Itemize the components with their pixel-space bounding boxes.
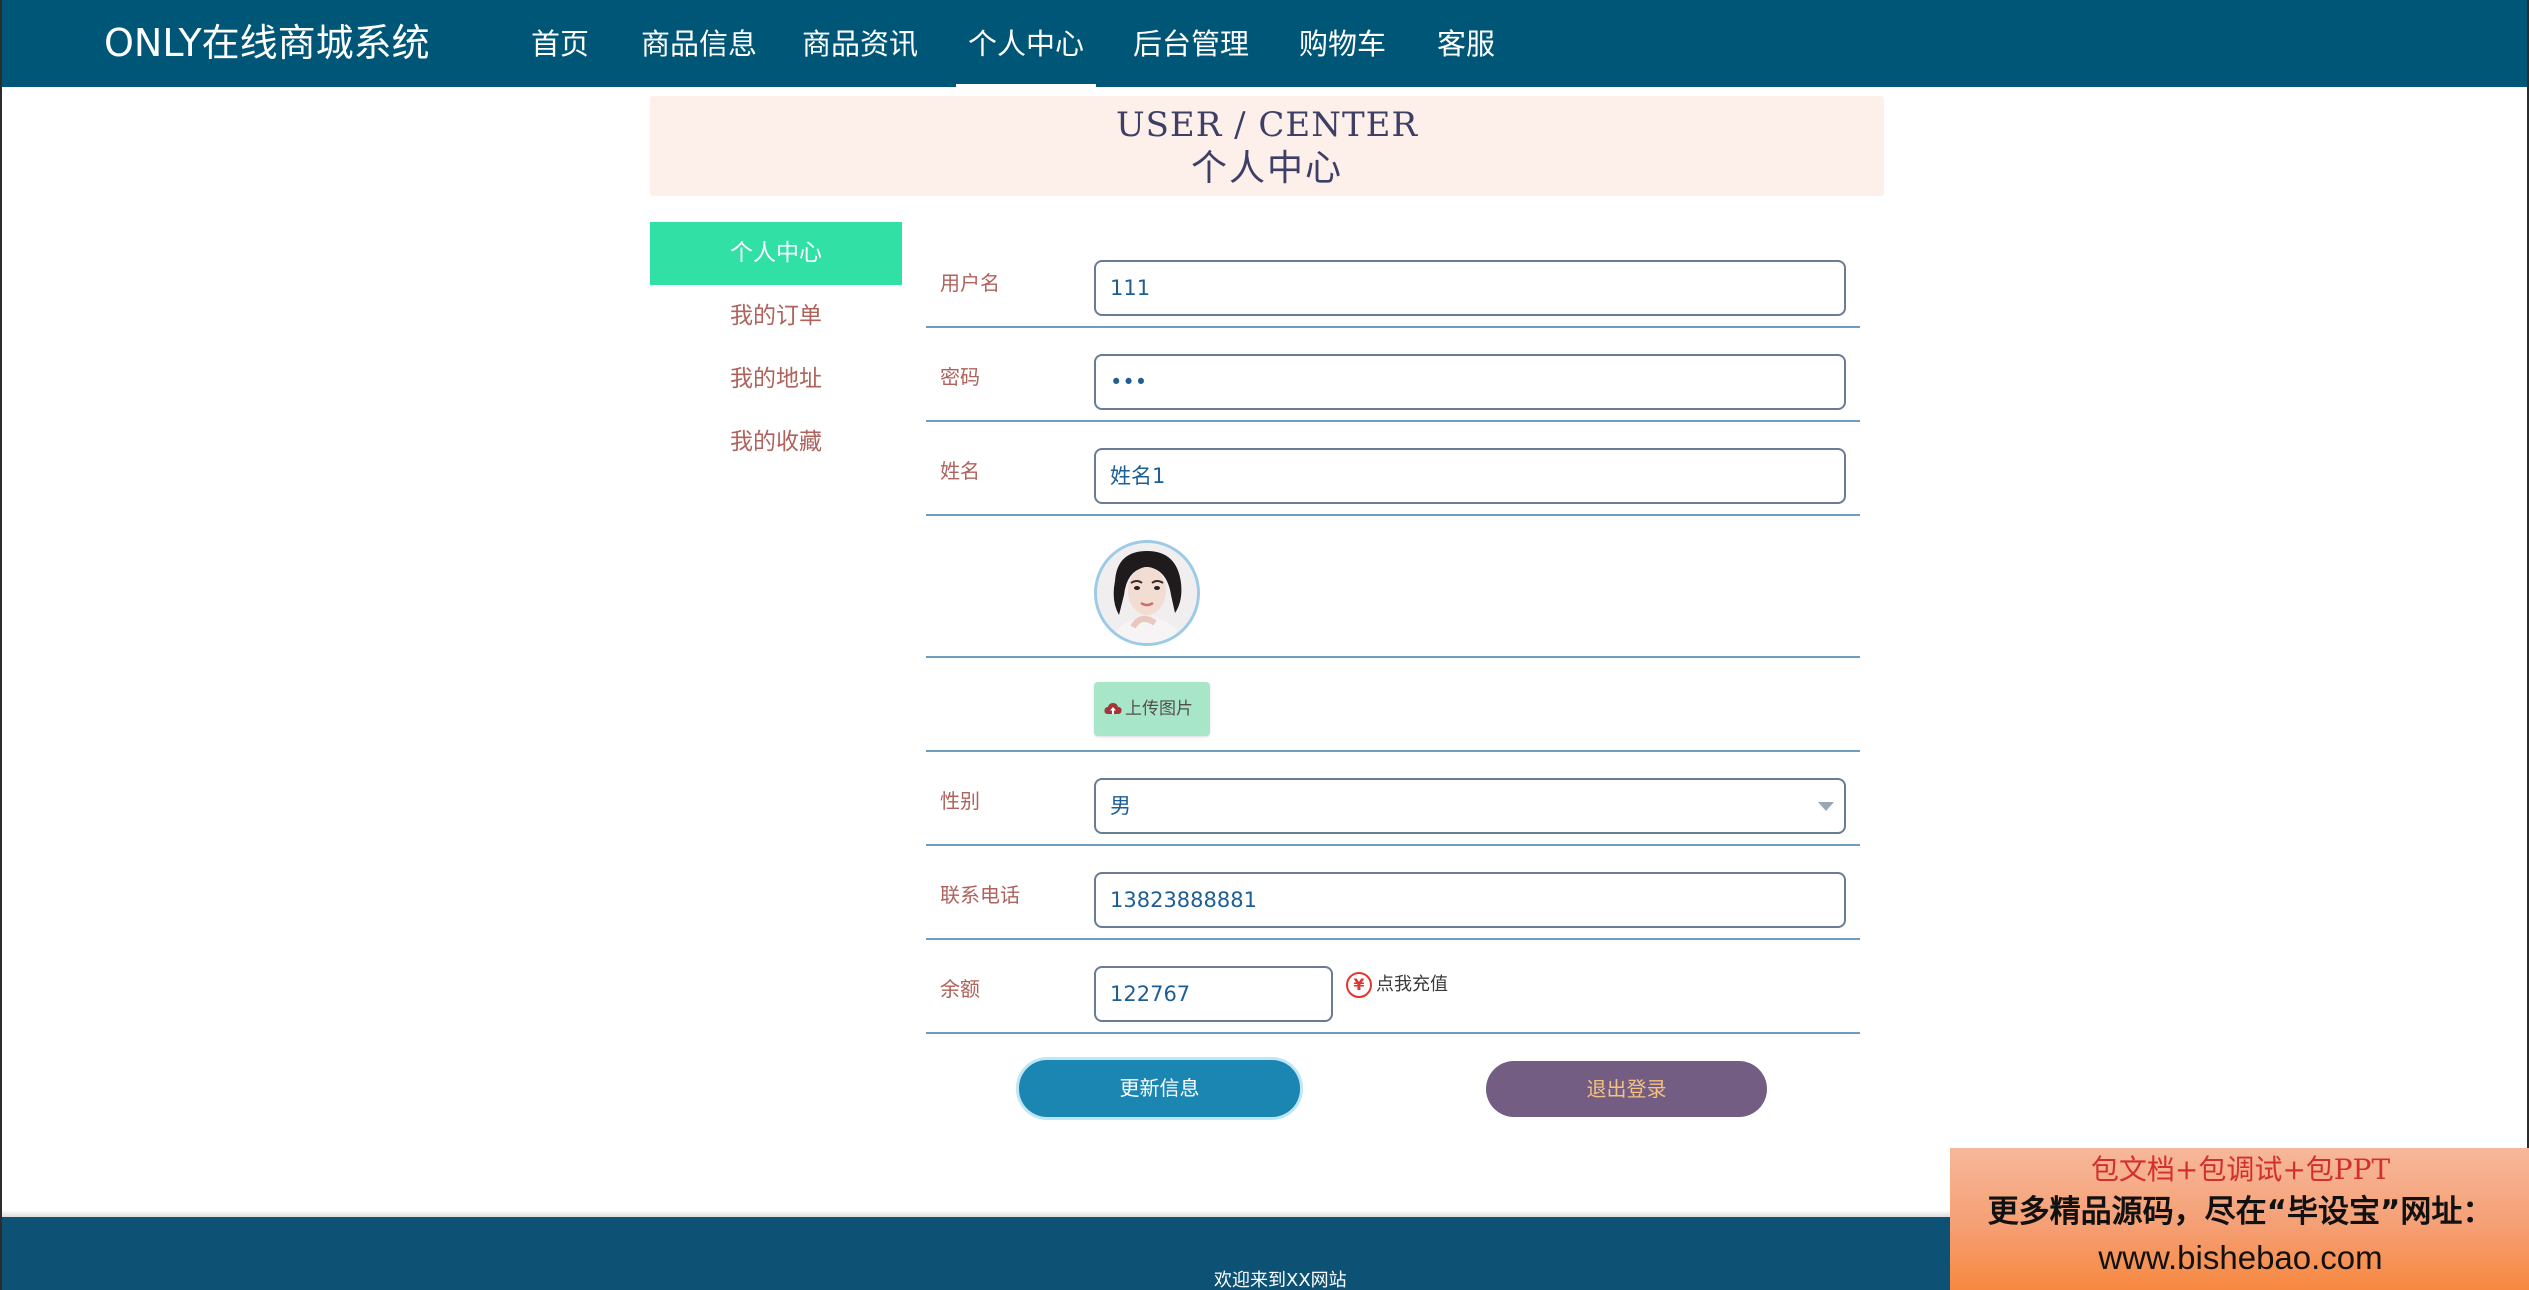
phone-label: 联系电话 [940,883,1020,907]
update-info-button[interactable]: 更新信息 [1019,1060,1300,1117]
row-balance: 余额 122767 ¥ 点我充值 [926,940,1860,1034]
row-username: 用户名 111 [926,234,1860,328]
profile-form: 用户名 111 密码 ••• 姓名 姓名1 性别 男 联系电话 13823888… [926,234,1860,1034]
username-label: 用户名 [940,271,1000,295]
page-banner: USER / CENTER 个人中心 [650,96,1884,196]
row-gender: 性别 男 [926,752,1860,846]
nav-products[interactable]: 商品信息 [641,22,757,66]
ad-line-1: 包文档+包调试+包PPT [2090,1153,2391,1186]
gender-label: 性别 [940,789,980,813]
password-label: 密码 [940,365,980,389]
username-input[interactable]: 111 [1094,260,1846,316]
nav-customer-service[interactable]: 客服 [1437,22,1495,66]
ad-banner[interactable]: 包文档+包调试+包PPT 更多精品源码，尽在“毕设宝”网址： www.bishe… [1950,1148,2529,1290]
row-name: 姓名 姓名1 [926,422,1860,516]
nav-admin[interactable]: 后台管理 [1133,22,1249,66]
yuan-icon[interactable]: ¥ [1346,972,1372,998]
password-input[interactable]: ••• [1094,354,1846,410]
side-item-my-favorites[interactable]: 我的收藏 [650,411,902,474]
side-item-my-orders[interactable]: 我的订单 [650,285,902,348]
nav-cart[interactable]: 购物车 [1299,22,1386,66]
gender-selected-value: 男 [1110,794,1131,818]
name-label: 姓名 [940,459,980,483]
gender-select[interactable]: 男 [1094,778,1846,834]
side-item-user-center[interactable]: 个人中心 [650,222,902,285]
nav-user-center[interactable]: 个人中心 [955,22,1097,88]
cloud-upload-icon [1104,703,1122,714]
name-input[interactable]: 姓名1 [1094,448,1846,504]
row-upload [926,658,1860,752]
avatar-portrait [1097,543,1197,643]
site-brand[interactable]: ONLY在线商城系统 [104,16,430,70]
avatar [1094,540,1200,646]
balance-input[interactable]: 122767 [1094,966,1333,1022]
row-phone: 联系电话 13823888881 [926,846,1860,940]
nav-news[interactable]: 商品资讯 [802,22,918,66]
page: ONLY在线商城系统 首页 商品信息 商品资讯 个人中心 后台管理 购物车 客服… [0,0,2529,1290]
upload-image-button[interactable]: 上传图片 [1094,682,1210,736]
side-menu: 个人中心 我的订单 我的地址 我的收藏 [650,222,902,474]
banner-title-en: USER / CENTER [1115,105,1419,145]
logout-button[interactable]: 退出登录 [1486,1061,1767,1117]
balance-label: 余额 [940,977,980,1001]
upload-image-label: 上传图片 [1125,699,1193,719]
nav-home[interactable]: 首页 [531,22,589,66]
row-avatar [926,516,1860,658]
banner-title-cn: 个人中心 [1190,148,1343,189]
side-item-my-address[interactable]: 我的地址 [650,348,902,411]
footer-welcome-text: 欢迎来到XX网站 [1214,1270,1347,1290]
top-navigation-bar: ONLY在线商城系统 首页 商品信息 商品资讯 个人中心 后台管理 购物车 客服 [2,0,2527,88]
ad-line-2: 更多精品源码，尽在“毕设宝”网址： [1987,1194,2494,1230]
chevron-down-icon [1818,802,1834,811]
phone-input[interactable]: 13823888881 [1094,872,1846,928]
recharge-link[interactable]: 点我充值 [1376,970,1448,1000]
ad-url[interactable]: www.bishebao.com [1950,1236,2529,1280]
row-password: 密码 ••• [926,328,1860,422]
